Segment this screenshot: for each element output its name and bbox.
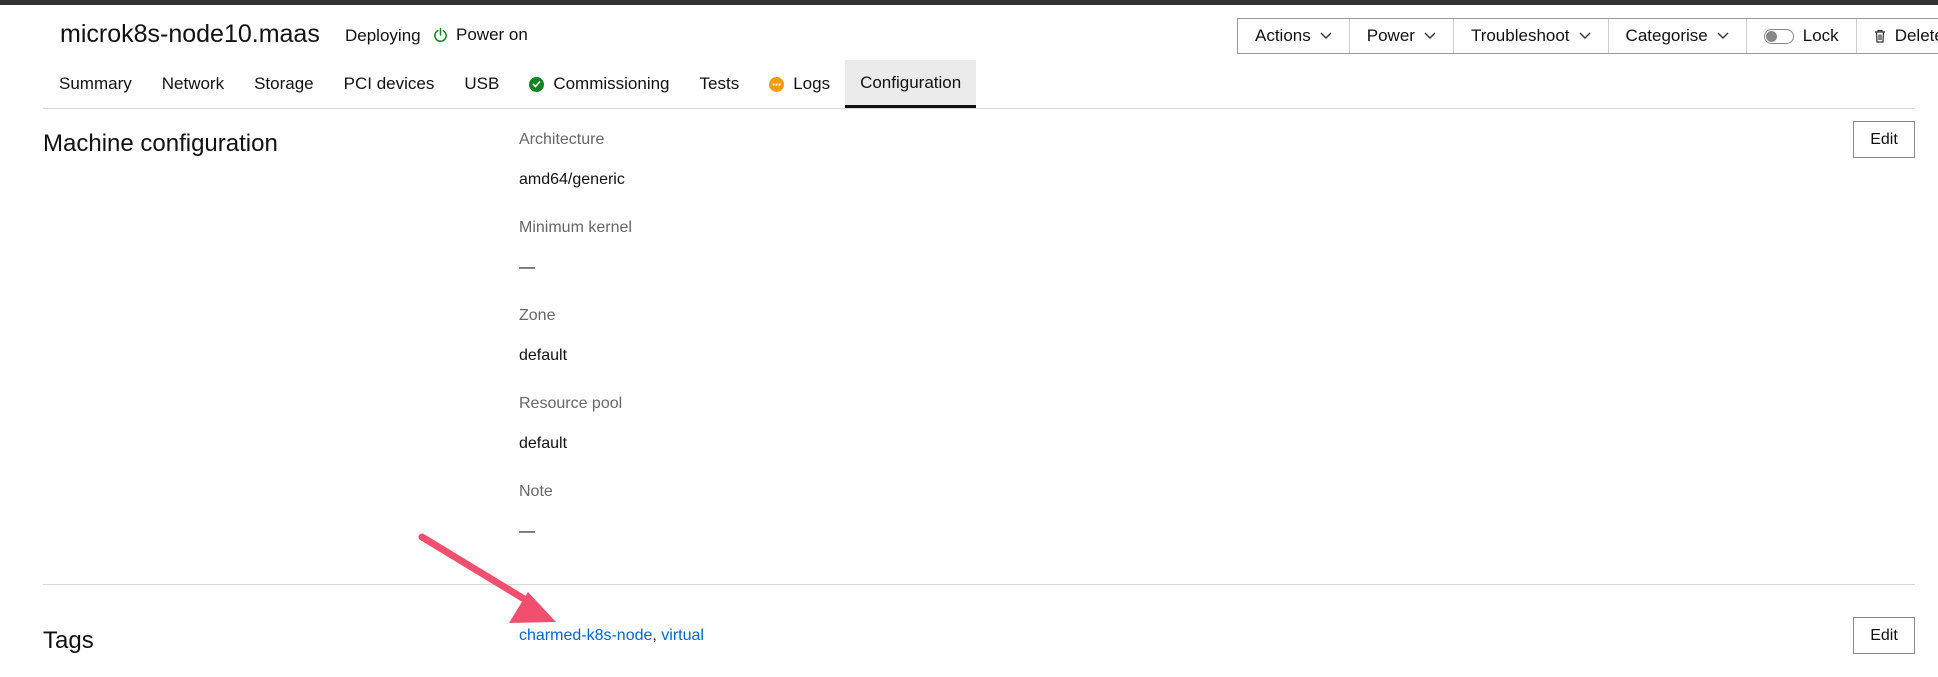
lock-toggle-button[interactable]: Lock [1745, 19, 1856, 53]
machine-configuration-title: Machine configuration [43, 130, 278, 157]
success-check-icon [529, 76, 545, 92]
machine-tabs: Summary Network Storage PCI devices USB … [44, 60, 977, 108]
action-toolbar: Actions Power Troubleshoot Categorise Lo… [1237, 18, 1938, 54]
tab-label: Logs [793, 74, 831, 93]
categorise-dropdown-button[interactable]: Categorise [1607, 19, 1746, 53]
tab-summary[interactable]: Summary [44, 60, 147, 108]
tab-label: Commissioning [553, 74, 670, 93]
tab-label: Summary [59, 74, 132, 93]
warning-dot-icon [769, 76, 785, 92]
minimum-kernel-label: Minimum kernel [519, 219, 632, 236]
tag-link[interactable]: charmed-k8s-node [519, 627, 652, 644]
tab-label: Tests [699, 74, 740, 93]
power-status-label: Power on [456, 25, 528, 44]
tag-link[interactable]: virtual [661, 627, 704, 644]
tab-tests[interactable]: Tests [685, 60, 755, 108]
top-border [0, 0, 1938, 5]
zone-label: Zone [519, 307, 556, 324]
chevron-down-icon [1579, 32, 1591, 40]
note-label: Note [519, 483, 553, 500]
power-label: Power [1366, 26, 1415, 45]
toggle-switch-icon [1763, 28, 1794, 44]
delete-button[interactable]: Delete [1855, 19, 1938, 53]
actions-dropdown-button[interactable]: Actions [1238, 19, 1349, 53]
tab-pci-devices[interactable]: PCI devices [329, 60, 450, 108]
troubleshoot-dropdown-button[interactable]: Troubleshoot [1452, 19, 1608, 53]
machine-configuration-edit-button[interactable]: Edit [1853, 121, 1915, 158]
tabs-divider [43, 108, 1915, 109]
tag-separator: , [652, 627, 662, 644]
minimum-kernel-value: — [519, 259, 535, 276]
section-divider [43, 584, 1915, 585]
power-dropdown-button[interactable]: Power [1348, 19, 1453, 53]
architecture-value: amd64/generic [519, 171, 625, 188]
tab-commissioning[interactable]: Commissioning [514, 60, 684, 108]
tab-label: Storage [254, 74, 314, 93]
tags-list: charmed-k8s-node, virtual [519, 627, 704, 645]
zone-value: default [519, 347, 568, 364]
resource-pool-label: Resource pool [519, 395, 623, 412]
tab-label: Network [161, 74, 225, 93]
machine-name: microk8s-node10.maas [60, 20, 320, 48]
architecture-label: Architecture [519, 131, 605, 148]
trash-icon [1874, 29, 1886, 43]
tab-label: Configuration [860, 72, 962, 92]
tab-storage[interactable]: Storage [239, 60, 329, 108]
tab-network[interactable]: Network [147, 60, 239, 108]
delete-label: Delete [1894, 26, 1938, 45]
actions-label: Actions [1255, 26, 1311, 45]
lock-label: Lock [1802, 26, 1839, 45]
chevron-down-icon [1424, 32, 1436, 40]
tab-configuration[interactable]: Configuration [845, 60, 977, 108]
power-icon [433, 27, 448, 43]
tab-label: PCI devices [343, 74, 435, 93]
troubleshoot-label: Troubleshoot [1470, 26, 1570, 45]
categorise-label: Categorise [1625, 26, 1708, 45]
tab-usb[interactable]: USB [449, 60, 514, 108]
power-status: Power on [433, 25, 528, 45]
tab-label: USB [464, 74, 500, 93]
tab-logs[interactable]: Logs [754, 60, 845, 108]
chevron-down-icon [1717, 32, 1729, 40]
tags-edit-button[interactable]: Edit [1853, 617, 1915, 654]
chevron-down-icon [1320, 32, 1332, 40]
tags-title: Tags [43, 627, 94, 654]
machine-status: Deploying [345, 26, 421, 45]
resource-pool-value: default [519, 435, 568, 452]
note-value: — [519, 523, 535, 540]
